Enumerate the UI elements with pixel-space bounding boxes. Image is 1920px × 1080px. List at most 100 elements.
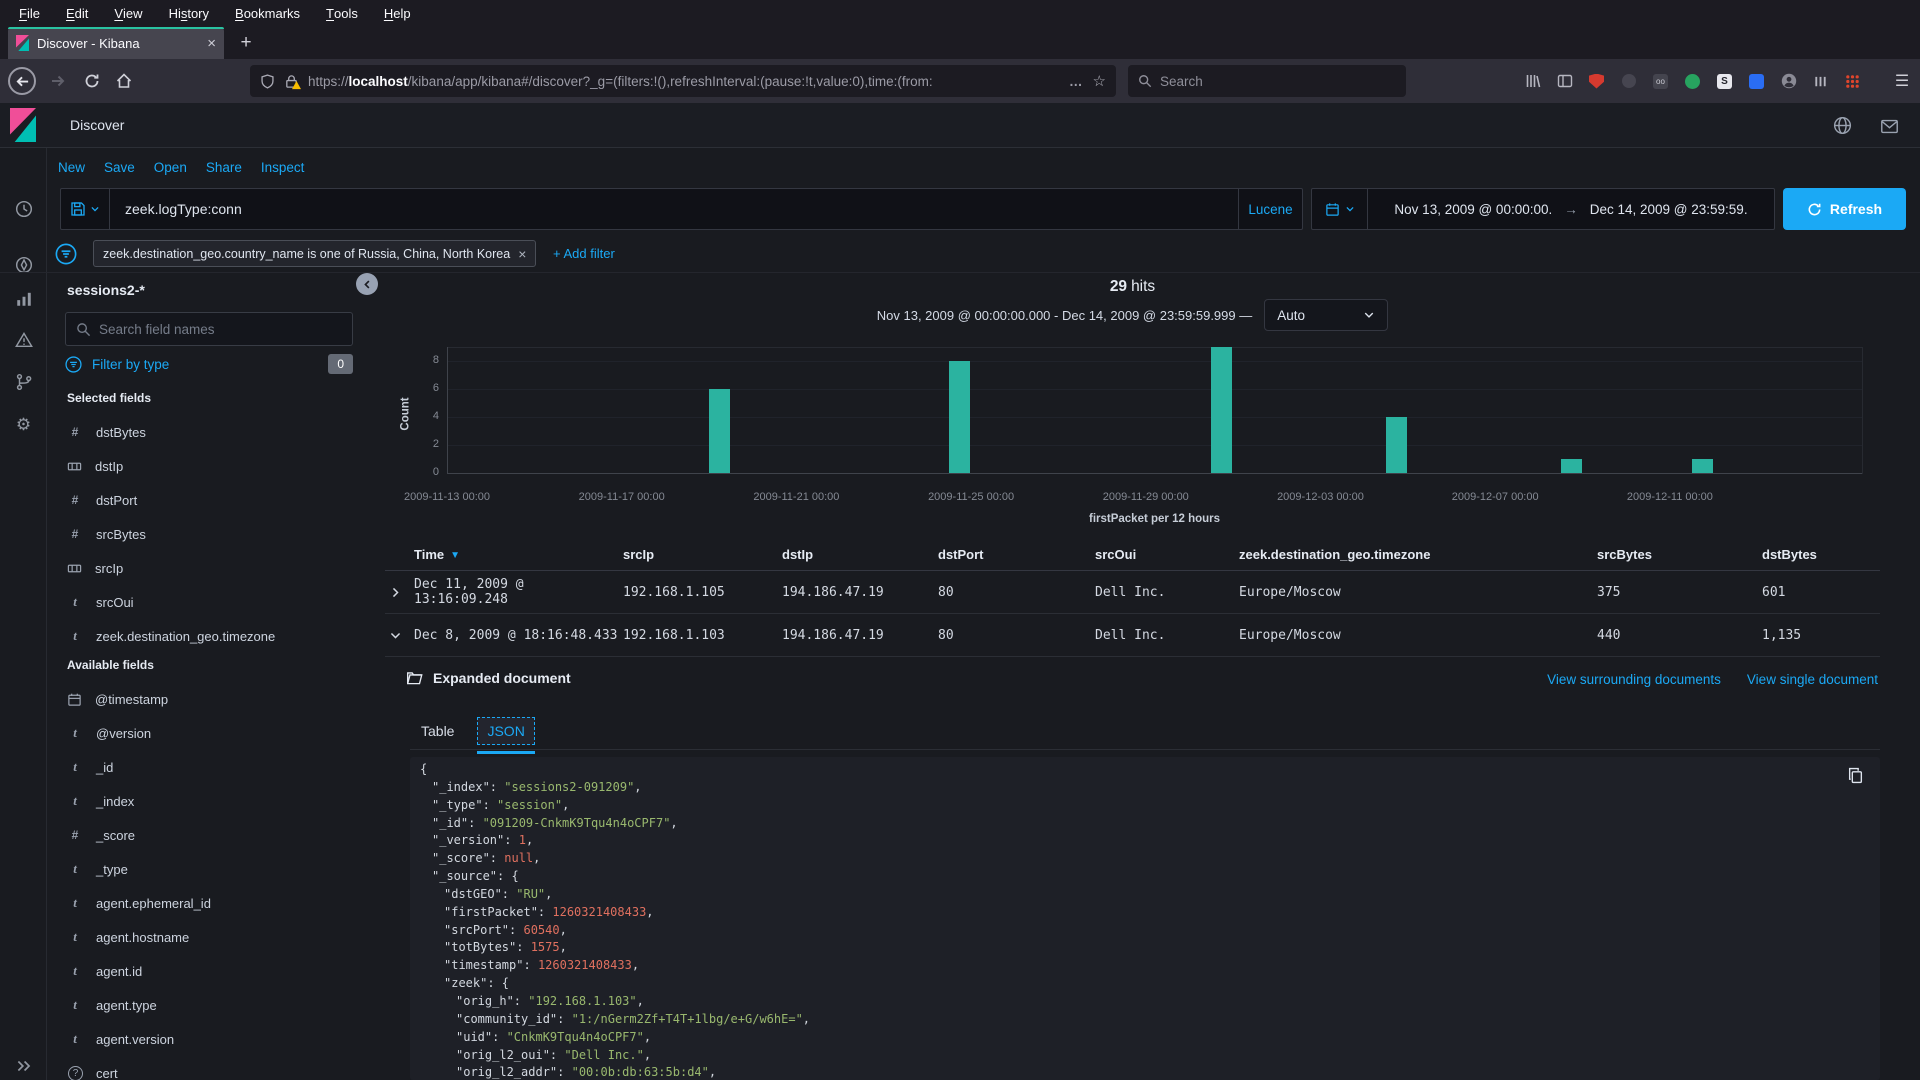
query-language-button[interactable]: Lucene (1238, 189, 1302, 229)
column-header-Time[interactable]: Time▼ (414, 547, 623, 562)
filter-icon[interactable] (55, 243, 77, 265)
query-input[interactable]: zeek.logType:conn (110, 201, 1238, 217)
column-header-zeek.destination_geo.timezone[interactable]: zeek.destination_geo.timezone (1239, 547, 1597, 562)
browser-search-bar[interactable]: Search (1128, 65, 1406, 97)
field-cert[interactable]: ?cert (67, 1056, 367, 1080)
stylus-extension-icon[interactable]: S (1716, 73, 1733, 90)
overflow-menu-icon[interactable]: … (1069, 74, 1084, 89)
menu-tools[interactable]: Tools (313, 0, 371, 27)
refresh-button[interactable]: Refresh (1783, 188, 1906, 230)
expand-nav-icon[interactable] (14, 1056, 33, 1075)
field-search-input[interactable]: Search field names (65, 312, 353, 346)
field-dstIp[interactable]: dstIp (67, 449, 367, 483)
nav-link-inspect[interactable]: Inspect (261, 160, 305, 175)
forward-button[interactable] (44, 67, 72, 95)
field-dstPort[interactable]: #dstPort (67, 483, 367, 517)
field-srcOui[interactable]: tsrcOui (67, 585, 367, 619)
recent-clock-icon[interactable] (14, 199, 33, 218)
mail-icon[interactable] (1880, 117, 1899, 136)
field-agent.type[interactable]: tagent.type (67, 988, 367, 1022)
field-agent.version[interactable]: tagent.version (67, 1022, 367, 1056)
field-srcBytes[interactable]: #srcBytes (67, 517, 367, 551)
menu-icon[interactable]: ☰ (1888, 67, 1916, 95)
date-quick-select-button[interactable] (1312, 189, 1368, 229)
shield-icon[interactable] (260, 74, 275, 89)
alerts-triangle-icon[interactable] (14, 330, 33, 349)
visualize-chart-icon[interactable] (14, 289, 33, 308)
column-header-srcBytes[interactable]: srcBytes (1597, 547, 1762, 562)
field-_score[interactable]: #_score (67, 818, 367, 852)
view-single-link[interactable]: View single document (1747, 672, 1878, 687)
tab-close-icon[interactable]: × (207, 35, 216, 52)
chart-bar[interactable] (949, 361, 970, 473)
index-pattern-title[interactable]: sessions2-* (67, 282, 145, 298)
field-srcIp[interactable]: srcIp (67, 551, 367, 585)
column-header-srcIp[interactable]: srcIp (623, 547, 782, 562)
bookmark-star-icon[interactable]: ☆ (1093, 72, 1106, 90)
field-_type[interactable]: t_type (67, 852, 367, 886)
chart-bar[interactable] (1692, 459, 1713, 473)
menu-edit[interactable]: Edit (53, 0, 101, 27)
field-@timestamp[interactable]: @timestamp (67, 682, 367, 716)
home-icon[interactable] (110, 67, 138, 95)
nav-link-new[interactable]: New (58, 160, 85, 175)
url-bar[interactable]: https://localhost/kibana/app/kibana#/dis… (250, 65, 1116, 97)
back-button[interactable] (8, 67, 36, 95)
copy-icon[interactable] (1847, 767, 1864, 784)
field-@version[interactable]: t@version (67, 716, 367, 750)
extension-icon-dim[interactable] (1620, 73, 1637, 90)
menu-bookmarks[interactable]: Bookmarks (222, 0, 313, 27)
menu-help[interactable]: Help (371, 0, 424, 27)
branch-icon[interactable] (14, 372, 33, 391)
time-to[interactable]: Dec 14, 2009 @ 23:59:59. (1590, 202, 1748, 217)
field-dstBytes[interactable]: #dstBytes (67, 415, 367, 449)
tab-table[interactable]: Table (411, 717, 464, 745)
field-agent.id[interactable]: tagent.id (67, 954, 367, 988)
grid-extension-icon[interactable] (1844, 73, 1861, 90)
library-icon[interactable] (1524, 73, 1541, 90)
settings-gear-icon[interactable]: ⚙ (14, 415, 33, 434)
nav-link-open[interactable]: Open (154, 160, 187, 175)
filter-pill[interactable]: zeek.destination_geo.country_name is one… (93, 240, 536, 267)
date-picker[interactable]: Nov 13, 2009 @ 00:00:00. → Dec 14, 2009 … (1311, 188, 1775, 230)
globe-icon[interactable] (1833, 116, 1852, 135)
menu-view[interactable]: View (101, 0, 155, 27)
nav-link-save[interactable]: Save (104, 160, 135, 175)
menu-file[interactable]: File (6, 0, 53, 27)
tab-json[interactable]: JSON (477, 717, 534, 745)
menu-history[interactable]: History (156, 0, 222, 27)
lock-warning-icon[interactable] (284, 74, 299, 89)
field-zeek.destination_geo.timezone[interactable]: tzeek.destination_geo.timezone (67, 619, 367, 653)
browser-tab[interactable]: Discover - Kibana × (8, 27, 224, 59)
column-header-dstIp[interactable]: dstIp (782, 547, 938, 562)
filter-by-type-button[interactable]: Filter by type 0 (65, 352, 353, 376)
ublock-icon[interactable] (1588, 73, 1605, 90)
field-_id[interactable]: t_id (67, 750, 367, 784)
time-from[interactable]: Nov 13, 2009 @ 00:00:00. (1394, 202, 1552, 217)
remove-filter-icon[interactable]: × (518, 246, 526, 262)
new-tab-button[interactable]: + (233, 30, 259, 56)
view-surrounding-link[interactable]: View surrounding documents (1547, 672, 1721, 687)
sidebar-toggle-icon[interactable] (1556, 73, 1573, 90)
privacy-extension-icon[interactable] (1684, 73, 1701, 90)
collapse-row-icon[interactable] (385, 625, 405, 645)
chart-bar[interactable] (1211, 347, 1232, 473)
column-header-srcOui[interactable]: srcOui (1095, 547, 1239, 562)
expand-row-icon[interactable] (385, 582, 405, 602)
chart-bar[interactable] (1561, 459, 1582, 473)
field-_index[interactable]: t_index (67, 784, 367, 818)
field-agent.ephemeral_id[interactable]: tagent.ephemeral_id (67, 886, 367, 920)
account-icon[interactable] (1780, 73, 1797, 90)
field-agent.hostname[interactable]: tagent.hostname (67, 920, 367, 954)
kibana-logo[interactable] (10, 108, 36, 142)
extension-icon-blue[interactable] (1748, 73, 1765, 90)
equalizer-extension-icon[interactable] (1812, 73, 1829, 90)
collapse-sidebar-button[interactable] (356, 273, 378, 295)
column-header-dstPort[interactable]: dstPort (938, 547, 1095, 562)
nav-link-share[interactable]: Share (206, 160, 242, 175)
query-bar[interactable]: zeek.logType:conn Lucene (60, 188, 1303, 230)
column-header-dstBytes[interactable]: dstBytes (1762, 547, 1880, 562)
saved-query-button[interactable] (61, 189, 110, 229)
reload-icon[interactable] (78, 67, 106, 95)
chart-bar[interactable] (709, 389, 730, 473)
